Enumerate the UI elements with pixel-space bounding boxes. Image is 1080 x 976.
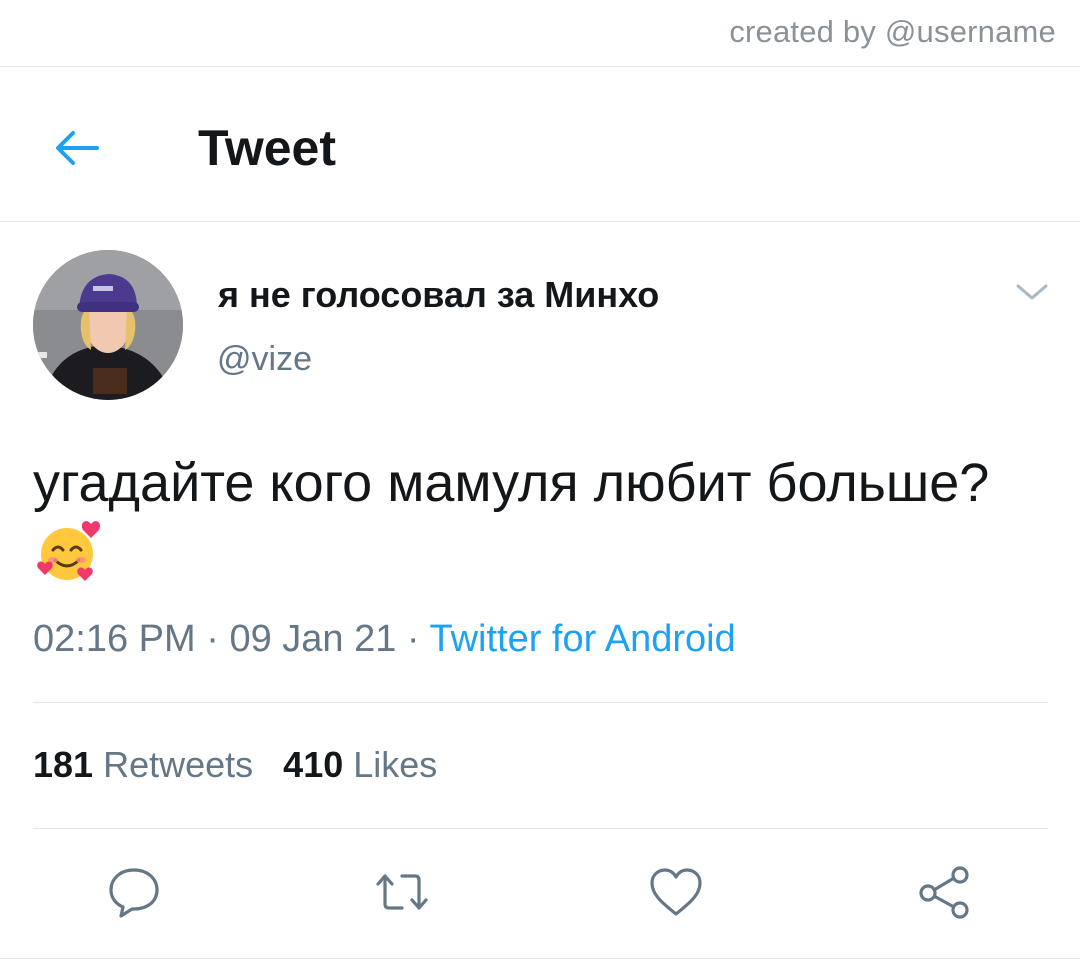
user-handle[interactable]: @vize xyxy=(217,340,312,379)
retweets-label: Retweets xyxy=(103,744,254,785)
back-button[interactable] xyxy=(46,118,106,178)
tweet-source-link[interactable]: Twitter for Android xyxy=(429,618,735,660)
share-icon xyxy=(919,866,969,919)
tweet-text-content: угадайте кого мамуля любит больше? xyxy=(33,453,990,513)
share-button[interactable] xyxy=(914,862,974,922)
avatar-photo xyxy=(33,250,183,400)
divider xyxy=(0,221,1080,222)
smiling-face-with-hearts-icon xyxy=(37,521,101,581)
tweet-menu-button[interactable] xyxy=(1010,276,1054,308)
like-button[interactable] xyxy=(646,862,706,922)
meta-separator: · xyxy=(396,618,430,660)
meta-separator: · xyxy=(195,618,230,660)
likes-count: 410 xyxy=(283,744,344,785)
retweets-stat[interactable]: 181 Retweets xyxy=(33,744,253,785)
likes-label: Likes xyxy=(353,744,438,785)
divider xyxy=(0,958,1080,959)
arrow-left-icon xyxy=(56,131,99,165)
reply-button[interactable] xyxy=(104,862,164,922)
display-name[interactable]: я не голосовал за Минхо xyxy=(218,274,659,316)
divider xyxy=(33,702,1048,703)
retweets-count: 181 xyxy=(33,744,94,785)
retweet-button[interactable] xyxy=(372,862,432,922)
tweet-date: 09 Jan 21 xyxy=(229,618,397,660)
divider xyxy=(33,828,1048,829)
avatar[interactable] xyxy=(33,250,183,400)
like-icon xyxy=(650,868,702,916)
tweet-text: угадайте кого мамуля любит больше? xyxy=(33,448,1033,591)
page-title: Tweet xyxy=(198,120,336,176)
tweet-stats: 181 Retweets 410 Likes xyxy=(33,744,437,786)
divider xyxy=(0,66,1080,67)
reply-icon xyxy=(109,868,159,918)
tweet-time: 02:16 PM xyxy=(33,618,196,660)
likes-stat[interactable]: 410 Likes xyxy=(283,744,437,785)
tweet-meta: 02:16 PM · 09 Jan 21 · Twitter for Andro… xyxy=(33,618,736,661)
retweet-icon xyxy=(376,874,428,910)
credit-text: created by @username xyxy=(729,14,1056,49)
chevron-down-icon xyxy=(1016,284,1048,300)
